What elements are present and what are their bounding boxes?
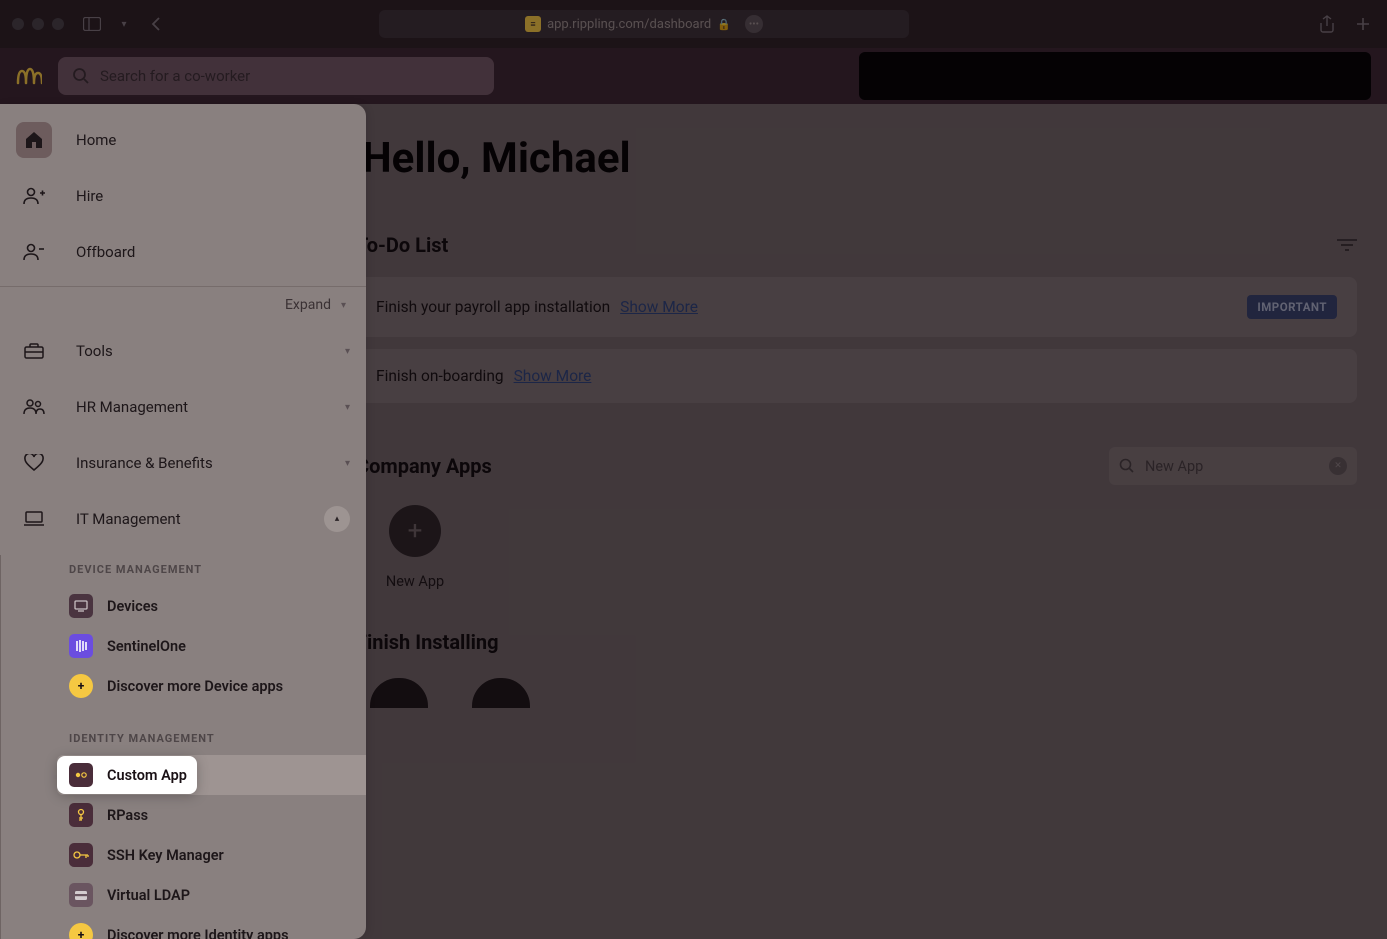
lock-icon: 🔒 — [717, 18, 731, 31]
identity-mgmt-heading: IDENTITY MANAGEMENT — [29, 724, 366, 755]
dashboard-content: Hello, Michael To-Do List Finish your pa… — [326, 104, 1387, 939]
sidebar-item-hire[interactable]: Hire — [0, 168, 366, 224]
nav-label: Offboard — [76, 243, 135, 261]
plus-circle-icon: + — [69, 674, 93, 698]
caret-down-icon: ▾ — [345, 458, 350, 469]
new-app-tile[interactable]: + New App — [370, 505, 460, 590]
caret-down-icon: ▾ — [345, 346, 350, 357]
nav-label: Hire — [76, 187, 103, 205]
home-icon — [16, 122, 52, 158]
todo-item[interactable]: Finish your payroll app installation Sho… — [356, 277, 1357, 337]
sidebar-item-hr[interactable]: HR Management ▾ — [0, 379, 366, 435]
favicon-icon: ≡ — [525, 16, 541, 32]
sub-item-rpass[interactable]: RPass — [29, 795, 366, 835]
browser-toolbar: ▾ ≡ app.rippling.com/dashboard 🔒 ••• — [0, 0, 1387, 48]
sub-item-discover-device[interactable]: + Discover more Device apps — [29, 666, 366, 706]
device-mgmt-heading: DEVICE MANAGEMENT — [29, 555, 366, 586]
share-icon[interactable] — [1315, 12, 1339, 36]
nav-label: Insurance & Benefits — [76, 454, 213, 472]
user-plus-icon — [16, 178, 52, 214]
sub-item-label: Discover more Identity apps — [107, 927, 289, 939]
url-text: app.rippling.com/dashboard — [547, 17, 711, 32]
user-minus-icon — [16, 234, 52, 270]
search-icon — [1119, 458, 1135, 474]
sub-item-ldap[interactable]: Virtual LDAP — [29, 875, 366, 915]
more-icon[interactable]: ••• — [745, 15, 763, 33]
sub-item-devices[interactable]: Devices — [29, 586, 366, 626]
caret-down-icon: ▾ — [341, 300, 346, 311]
show-more-link[interactable]: Show More — [514, 367, 592, 385]
search-icon — [72, 67, 90, 85]
sub-item-label: RPass — [107, 807, 148, 824]
plus-circle-icon: + — [69, 923, 93, 939]
sub-item-ssh[interactable]: SSH Key Manager — [29, 835, 366, 875]
sub-item-discover-identity[interactable]: + Discover more Identity apps — [29, 915, 366, 939]
rpass-icon — [69, 803, 93, 827]
chevron-down-icon[interactable]: ▾ — [112, 12, 136, 36]
company-apps-title: Company Apps — [356, 454, 492, 478]
new-tab-icon[interactable] — [1351, 12, 1375, 36]
sidebar-item-insurance[interactable]: Insurance & Benefits ▾ — [0, 435, 366, 491]
installing-app-tile[interactable] — [370, 678, 428, 708]
nav-label: Home — [76, 131, 116, 149]
sub-item-custom-app[interactable]: Custom App — [57, 756, 197, 794]
app-header — [0, 48, 1387, 104]
coworker-search-input[interactable] — [100, 67, 480, 85]
sub-item-label: SentinelOne — [107, 638, 186, 655]
sidebar: Home Hire Offboard Expand ▾ Tools ▾ HR M… — [0, 104, 366, 939]
card-icon — [69, 883, 93, 907]
caret-up-icon: ▴ — [324, 506, 350, 532]
sub-item-label: Devices — [107, 598, 158, 615]
expand-toggle[interactable]: Expand ▾ — [0, 286, 366, 323]
plus-icon[interactable]: + — [389, 505, 441, 557]
laptop-icon — [16, 501, 52, 537]
show-more-link[interactable]: Show More — [620, 298, 698, 316]
rippling-logo-icon[interactable] — [16, 63, 42, 89]
todo-list-title: To-Do List — [356, 233, 448, 257]
sub-item-label: Virtual LDAP — [107, 887, 190, 904]
caret-down-icon: ▾ — [345, 402, 350, 413]
sidebar-item-tools[interactable]: Tools ▾ — [0, 323, 366, 379]
sub-item-label: Discover more Device apps — [107, 678, 283, 695]
sidebar-item-it[interactable]: IT Management ▴ — [0, 491, 366, 547]
monitor-icon — [69, 594, 93, 618]
clear-search-icon[interactable]: ✕ — [1329, 457, 1347, 475]
close-window-dot[interactable] — [12, 18, 24, 30]
sub-item-sentinelone[interactable]: SentinelOne — [29, 626, 366, 666]
greeting-heading: Hello, Michael — [362, 134, 1357, 183]
todo-text: Finish on-boarding — [376, 367, 504, 385]
sentinelone-icon — [69, 634, 93, 658]
heart-icon — [16, 445, 52, 481]
todo-text: Finish your payroll app installation — [376, 298, 610, 316]
sub-item-label: SSH Key Manager — [107, 847, 224, 864]
nav-label: IT Management — [76, 510, 181, 528]
todo-item[interactable]: Finish on-boarding Show More — [356, 349, 1357, 403]
filter-icon[interactable] — [1337, 238, 1357, 252]
people-icon — [16, 389, 52, 425]
new-app-label: New App — [386, 573, 444, 590]
app-search-value: New App — [1145, 458, 1203, 475]
nav-label: HR Management — [76, 398, 188, 416]
header-right-panel — [859, 52, 1371, 100]
nav-label: Tools — [76, 342, 113, 360]
url-bar[interactable]: ≡ app.rippling.com/dashboard 🔒 ••• — [379, 10, 909, 38]
finish-installing-title: Finish Installing — [356, 630, 1357, 654]
key-icon — [69, 843, 93, 867]
back-icon[interactable] — [144, 12, 168, 36]
coworker-search[interactable] — [58, 57, 494, 95]
sub-item-label: Custom App — [107, 767, 187, 784]
expand-label: Expand — [285, 297, 331, 313]
toolbox-icon — [16, 333, 52, 369]
minimize-window-dot[interactable] — [32, 18, 44, 30]
app-search-box[interactable]: New App ✕ — [1109, 447, 1357, 485]
maximize-window-dot[interactable] — [52, 18, 64, 30]
custom-app-icon — [69, 763, 93, 787]
installing-app-tile[interactable] — [472, 678, 530, 708]
sidebar-toggle-icon[interactable] — [80, 12, 104, 36]
window-controls — [12, 18, 64, 30]
important-badge: IMPORTANT — [1247, 295, 1337, 319]
sidebar-item-home[interactable]: Home — [0, 104, 366, 168]
sidebar-item-offboard[interactable]: Offboard — [0, 224, 366, 280]
